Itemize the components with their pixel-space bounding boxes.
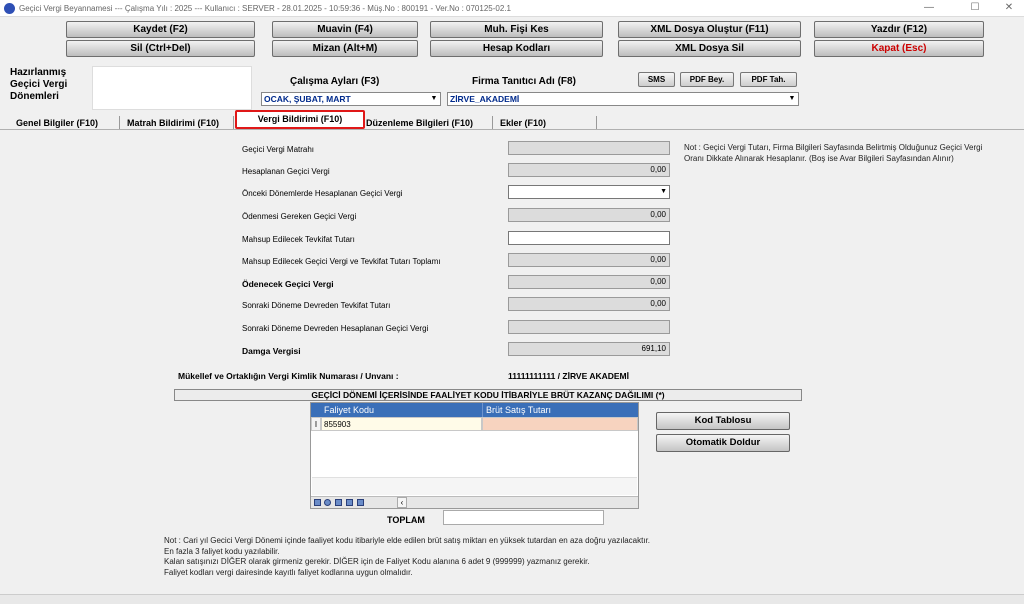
mukellef-label: Mükellef ve Ortaklığın Vergi Kimlik Numa… — [178, 371, 399, 381]
calisma-aylari-select[interactable]: OCAK, ŞUBAT, MART ▼ — [261, 92, 441, 106]
grid-cell-kod[interactable]: 855903 — [321, 417, 482, 431]
grid-header-brut-satis[interactable]: Brüt Satış Tutarı — [482, 403, 638, 417]
section-title: GEÇİCİ DÖNEMİ İÇERİSİNDE FAALİYET KODU İ… — [174, 389, 802, 401]
note-line: En fazla 3 faliyet kodu yazılabilir. — [164, 546, 280, 556]
field-label-damga-vergisi: Damga Vergisi — [242, 346, 301, 356]
chevron-down-icon[interactable]: ▼ — [660, 187, 667, 197]
tab-matrah-bildirimi[interactable]: Matrah Bildirimi (F10) — [121, 116, 234, 130]
grid-header-faliyet-kodu[interactable]: Faliyet Kodu — [321, 403, 482, 417]
hazirlanmis-donemler-label: Hazırlanmış Geçici Vergi Dönemleri — [10, 67, 68, 102]
otomatik-doldur-button[interactable]: Otomatik Doldur — [656, 434, 790, 452]
tab-divider — [0, 129, 1024, 130]
vergi-note: Not : Geçici Vergi Tutarı, Firma Bilgile… — [684, 143, 983, 163]
print-icon[interactable] — [357, 499, 364, 506]
field-label-odenmesi-gereken: Ödenmesi Gereken Geçici Vergi — [242, 212, 357, 221]
export-icon[interactable] — [346, 499, 353, 506]
tab-vergi-bildirimi[interactable]: Vergi Bildirimi (F10) — [235, 110, 365, 129]
note-line: Not : Cari yıl Gecici Vergi Dönemi içind… — [164, 536, 651, 545]
field-onceki-donemler-select[interactable]: ▼ — [508, 185, 670, 199]
field-label-odenecek: Ödenecek Geçici Vergi — [242, 279, 334, 289]
field-odenecek: 0,00 — [508, 275, 670, 289]
view-icon[interactable] — [324, 499, 331, 506]
minimize-button[interactable]: — — [916, 1, 942, 15]
field-matrah — [508, 141, 670, 155]
field-label-hesaplanan: Hesaplanan Geçici Vergi — [242, 167, 330, 176]
chevron-down-icon[interactable]: ▼ — [787, 94, 797, 104]
app-icon — [4, 3, 15, 14]
note-line: Faliyet kodları vergi dairesinde kayıtlı… — [164, 567, 413, 577]
tab-ekler[interactable]: Ekler (F10) — [494, 116, 597, 130]
grid-corner — [311, 403, 321, 417]
muavin-button[interactable]: Muavin (F4) — [272, 21, 418, 38]
pdf-tah-button[interactable]: PDF Tah. — [740, 72, 797, 87]
xml-olustur-button[interactable]: XML Dosya Oluştur (F11) — [618, 21, 801, 38]
field-label-matrah: Geçici Vergi Matrahı — [242, 145, 315, 154]
sms-button[interactable]: SMS — [638, 72, 675, 87]
field-odenmesi-gereken: 0,00 — [508, 208, 670, 222]
toplam-field — [443, 510, 604, 525]
field-label-onceki-donemler: Önceki Dönemlerde Hesaplanan Geçici Verg… — [242, 189, 403, 198]
field-label-mahsup-toplam: Mahsup Edilecek Geçici Vergi ve Tevkifat… — [242, 257, 441, 266]
chevron-down-icon[interactable]: ▼ — [429, 94, 439, 104]
field-mahsup-toplam: 0,00 — [508, 253, 670, 267]
scroll-left-button[interactable]: ‹ — [397, 497, 407, 508]
pdf-bey-button[interactable]: PDF Bey. — [680, 72, 734, 87]
window-title: Geçici Vergi Beyannamesi --- Çalışma Yıl… — [19, 4, 511, 13]
kod-tablosu-button[interactable]: Kod Tablosu — [656, 412, 790, 430]
sil-button[interactable]: Sil (Ctrl+Del) — [66, 40, 255, 57]
note-line: Kalan satışınızı DİĞER olarak girmeniz g… — [164, 557, 590, 566]
calisma-aylari-value: OCAK, ŞUBAT, MART — [264, 94, 351, 104]
field-label-devreden-tevkifat: Sonraki Döneme Devreden Tevkifat Tutarı — [242, 301, 391, 310]
muh-fisi-button[interactable]: Muh. Fişi Kes — [430, 21, 603, 38]
toplam-label: TOPLAM — [387, 515, 425, 525]
field-devreden-tevkifat: 0,00 — [508, 297, 670, 311]
tab-genel-bilgiler[interactable]: Genel Bilgiler (F10) — [10, 116, 120, 130]
firma-tanitici-value: ZİRVE_AKADEMİ — [450, 94, 520, 104]
field-label-devreden-hesaplanan: Sonraki Döneme Devreden Hesaplanan Geçic… — [242, 324, 429, 333]
mizan-button[interactable]: Mizan (Alt+M) — [272, 40, 418, 57]
kapat-button[interactable]: Kapat (Esc) — [814, 40, 984, 57]
grid-cell-tutar[interactable] — [482, 417, 638, 431]
title-bar: Geçici Vergi Beyannamesi --- Çalışma Yıl… — [0, 0, 1024, 17]
filter-icon[interactable] — [335, 499, 342, 506]
firma-tanitici-select[interactable]: ZİRVE_AKADEMİ ▼ — [447, 92, 799, 106]
close-window-button[interactable]: ✕ — [996, 1, 1022, 15]
faaliyet-grid: Faliyet Kodu Brüt Satış Tutarı I 855903 … — [310, 402, 639, 509]
grid-footer: ‹ — [311, 496, 638, 508]
calisma-aylari-label: Çalışma Ayları (F3) — [290, 76, 380, 87]
maximize-button[interactable]: ☐ — [962, 1, 988, 15]
bottom-notes: Not : Cari yıl Gecici Vergi Dönemi içind… — [164, 536, 650, 578]
grid-row-marker: I — [311, 417, 321, 431]
save-icon[interactable] — [314, 499, 321, 506]
status-strip — [0, 594, 1024, 604]
field-devreden-hesaplanan — [508, 320, 670, 334]
yazdir-button[interactable]: Yazdır (F12) — [814, 21, 984, 38]
tab-duzenleme-bilgileri[interactable]: Düzenleme Bilgileri (F10) — [360, 116, 493, 130]
field-hesaplanan: 0,00 — [508, 163, 670, 177]
field-damga-vergisi: 691,10 — [508, 342, 670, 356]
kaydet-button[interactable]: Kaydet (F2) — [66, 21, 255, 38]
field-mahsup-tevkifat[interactable] — [508, 231, 670, 245]
hesap-kodlari-button[interactable]: Hesap Kodları — [430, 40, 603, 57]
mukellef-value: 11111111111 / ZİRVE AKADEMİ — [508, 371, 629, 381]
firma-tanitici-label: Firma Tanıtıcı Adı (F8) — [472, 76, 576, 87]
hazirlanmis-donemler-list[interactable] — [92, 66, 252, 110]
field-label-mahsup-tevkifat: Mahsup Edilecek Tevkifat Tutarı — [242, 235, 355, 244]
grid-summary-strip — [312, 477, 637, 495]
xml-sil-button[interactable]: XML Dosya Sil — [618, 40, 801, 57]
